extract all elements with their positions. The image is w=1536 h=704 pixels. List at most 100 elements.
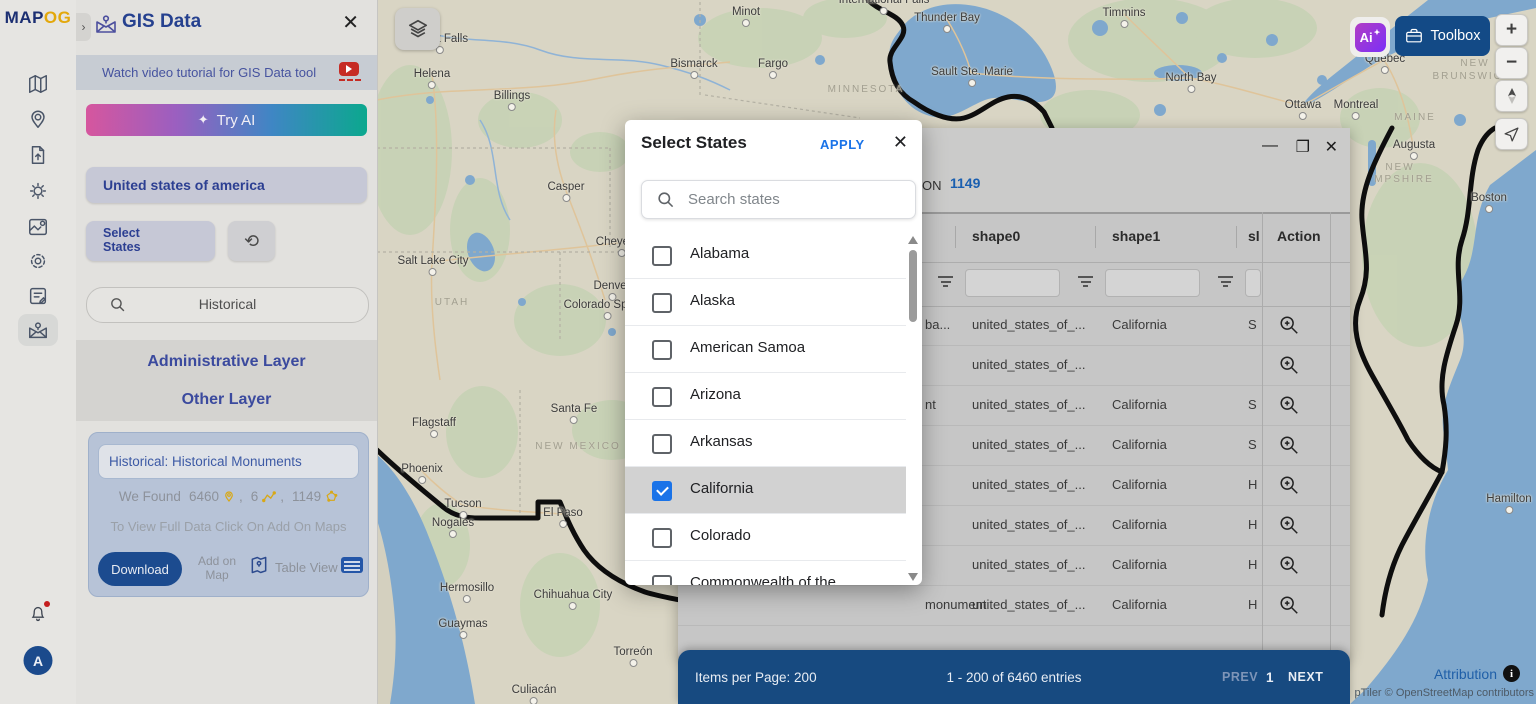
state-option[interactable]: American Samoa [625,326,906,373]
column-shape0[interactable]: shape0 [972,228,1020,244]
column-shape2[interactable]: sl [1248,228,1260,244]
map-city-label: Thunder Bay [914,12,980,33]
zoom-in-button[interactable]: + [1495,14,1528,46]
zoom-out-button[interactable]: − [1495,47,1528,79]
state-search-input[interactable] [686,182,905,217]
items-per-page[interactable]: Items per Page: 200 [695,670,817,685]
toolbox-button[interactable]: Toolbox [1395,16,1490,56]
current-page[interactable]: 1 [1266,670,1274,685]
layer-search-value: Historical [198,296,257,312]
video-tutorial-banner[interactable]: Watch video tutorial for GIS Data tool [76,55,377,90]
filter-input-shape0[interactable] [965,269,1060,297]
try-ai-button[interactable]: ✦ Try AI [86,104,367,136]
pagination-bar: Items per Page: 200 1 - 200 of 6460 entr… [678,650,1350,704]
state-label: Alabama [690,245,750,262]
state-option[interactable]: Arkansas [625,420,906,467]
notification-bell-icon[interactable] [28,601,50,628]
modal-scrollbar[interactable] [907,232,919,585]
filter-icon[interactable] [1078,276,1093,288]
reset-button[interactable]: ⟲ [228,221,275,261]
window-close-icon[interactable]: ✕ [1325,137,1338,157]
download-button[interactable]: Download [98,552,182,586]
table-row: monument united_states_of_... California H [678,586,1350,626]
window-minimize-icon[interactable]: — [1262,137,1278,155]
scroll-down-arrow[interactable] [908,573,918,581]
youtube-icon[interactable] [339,62,359,76]
state-checkbox[interactable] [652,528,672,548]
row-zoom-icon[interactable] [1278,514,1300,539]
location-pin-icon[interactable] [18,103,58,135]
attribution[interactable]: Attribution i [1434,665,1520,682]
apply-button[interactable]: APPLY [820,137,865,152]
state-checkbox[interactable] [652,434,672,454]
map-city-label: Fargo [758,58,788,79]
state-option[interactable]: Arizona [625,373,906,420]
map-location-icon[interactable] [18,211,58,243]
states-list: Alabama Alaska American Samoa Arizona Arkans… [625,232,906,585]
map-city-label: Salt Lake City [398,255,468,276]
state-checkbox[interactable] [652,575,672,585]
country-field[interactable]: United states of america [86,167,367,203]
row-zoom-icon[interactable] [1278,434,1300,459]
cell-c1: united_states_of_... [972,477,1086,492]
prev-button[interactable]: PREV [1222,670,1258,684]
settings-gear-icon[interactable] [18,245,58,277]
modal-close-icon[interactable]: ✕ [893,132,908,153]
map-city-label: Hamilton [1486,493,1532,514]
map-view-icon[interactable] [249,555,269,575]
effects-icon[interactable] [18,175,58,207]
avatar[interactable]: A [23,646,53,675]
state-checkbox[interactable] [652,293,672,313]
file-upload-icon[interactable] [18,139,58,171]
layer-search-field[interactable]: Historical [86,287,369,323]
layer-result-title[interactable]: Historical: Historical Monuments [98,444,359,479]
cell-c3: S [1248,317,1257,332]
filter-icon[interactable] [938,276,953,288]
row-zoom-icon[interactable] [1278,554,1300,579]
state-option[interactable]: Alabama [625,232,906,279]
scrollbar-thumb[interactable] [909,250,917,322]
mapog-logo[interactable]: MAPOG [0,8,76,28]
state-checkbox[interactable] [652,340,672,360]
map-icon[interactable] [18,68,58,100]
filter-icon[interactable] [1218,276,1233,288]
compass-button[interactable] [1495,80,1528,112]
table-view-icon[interactable] [341,557,363,573]
state-checkbox[interactable] [652,387,672,407]
locate-button[interactable] [1495,118,1528,150]
layers-button[interactable] [395,8,440,50]
state-option[interactable]: Colorado [625,514,906,561]
state-checkbox[interactable] [652,481,672,501]
state-option[interactable]: Commonwealth of the Northern Mariana Isl… [625,561,906,585]
state-option[interactable]: Alaska [625,279,906,326]
search-icon [658,192,674,208]
add-on-map-button[interactable]: Add on Map [194,554,240,583]
select-states-button[interactable]: Select States [86,221,215,261]
state-checkbox[interactable] [652,246,672,266]
scroll-up-arrow[interactable] [908,236,918,244]
layers-icon [408,19,427,38]
state-option[interactable]: California [625,467,906,514]
window-maximize-icon[interactable]: ❐ [1296,137,1310,157]
row-zoom-icon[interactable] [1278,394,1300,419]
panel-close-icon[interactable]: ✕ [342,10,359,35]
table-view-button[interactable]: Table View [275,560,338,575]
next-button[interactable]: NEXT [1288,670,1323,684]
filter-input-shape2[interactable] [1245,269,1261,297]
ai-shortcut-button[interactable]: Ai ✦ [1350,17,1390,57]
column-shape1[interactable]: shape1 [1112,228,1160,244]
tab-other-layer[interactable]: Other Layer [76,391,377,409]
info-icon[interactable]: i [1503,665,1520,682]
row-zoom-icon[interactable] [1278,594,1300,619]
filter-input-shape1[interactable] [1105,269,1200,297]
notes-edit-icon[interactable] [18,280,58,312]
row-zoom-icon[interactable] [1278,354,1300,379]
modal-title: Select States [641,133,747,152]
gis-data-icon[interactable] [18,314,58,346]
state-search-box[interactable] [641,180,916,219]
row-zoom-icon[interactable] [1278,474,1300,499]
tab-administrative-layer[interactable]: Administrative Layer [76,353,377,371]
collapse-panel-arrow[interactable]: › [76,13,91,41]
row-zoom-icon[interactable] [1278,314,1300,339]
attribution-label[interactable]: Attribution [1434,666,1497,682]
